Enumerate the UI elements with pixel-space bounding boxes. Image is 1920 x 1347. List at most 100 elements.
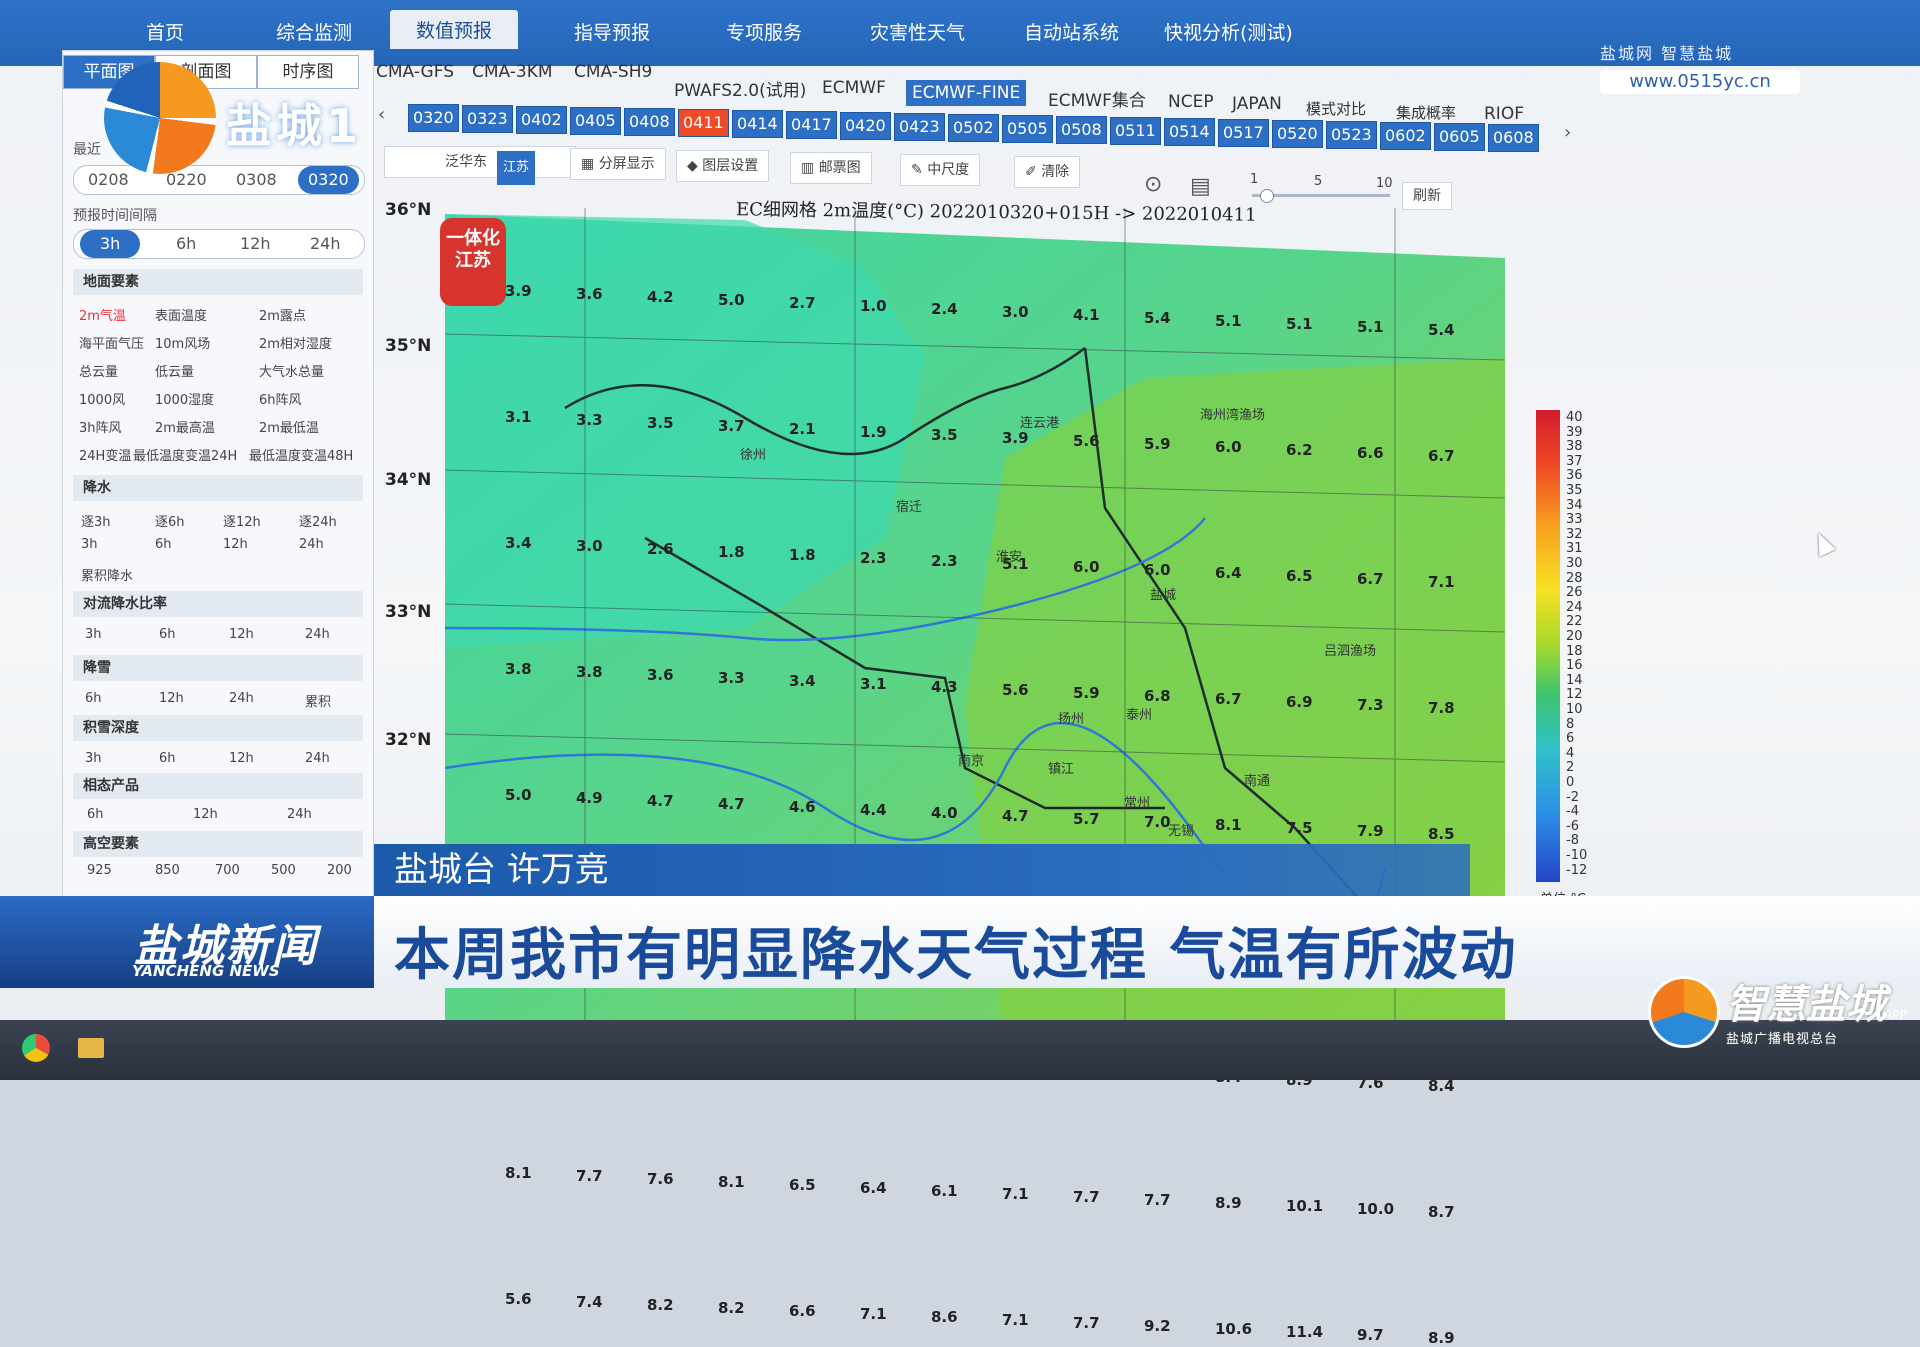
recent-date[interactable]: 0308	[236, 166, 277, 194]
refresh-button[interactable]: 刷新	[1402, 182, 1452, 210]
elem-item[interactable]: 24h	[305, 627, 330, 642]
split-view-button[interactable]: ▦ 分屏显示	[570, 148, 666, 180]
date-chip[interactable]: 0605	[1434, 123, 1485, 151]
interval-3h[interactable]: 3h	[80, 230, 141, 258]
model-tab[interactable]: CMA-SH9	[574, 62, 652, 82]
elem-item[interactable]: 24h	[287, 807, 312, 822]
speed-slider[interactable]	[1252, 189, 1390, 203]
elem-item[interactable]: 12h	[223, 537, 248, 552]
model-tab[interactable]: ECMWF	[822, 78, 886, 98]
elem-item[interactable]: 逐6h	[155, 511, 185, 530]
elem-item[interactable]: 2m相对湿度	[259, 333, 332, 352]
elem-item[interactable]: 200	[327, 863, 352, 878]
model-tab[interactable]: CMA-GFS	[376, 62, 454, 82]
mesoscale-button[interactable]: ✎ 中尺度	[900, 154, 981, 186]
model-tab[interactable]: PWAFS2.0(试用)	[674, 76, 806, 101]
elem-item[interactable]: 925	[87, 863, 112, 878]
date-chip[interactable]: 0511	[1110, 117, 1161, 145]
elem-item[interactable]: 6h	[159, 751, 176, 766]
elem-item[interactable]: 850	[155, 863, 180, 878]
nav-quickview[interactable]: 快视分析(测试)	[1164, 18, 1293, 45]
elem-item[interactable]: 2m最高温	[155, 417, 215, 436]
elem-item[interactable]: 24h	[229, 691, 254, 706]
recent-date-selected[interactable]: 0320	[298, 166, 359, 194]
elem-item[interactable]: 最低温度变温24H	[133, 445, 237, 464]
folder-icon[interactable]	[78, 1038, 104, 1058]
elem-item[interactable]: 24h	[305, 751, 330, 766]
elem-item[interactable]: 3h阵风	[79, 417, 122, 436]
region-huadong[interactable]: 泛华东	[445, 147, 487, 177]
speed-slider-handle[interactable]	[1260, 189, 1274, 203]
date-chip[interactable]: 0508	[1056, 116, 1107, 144]
date-chip[interactable]: 0602	[1380, 122, 1431, 150]
interval-6h[interactable]: 6h	[176, 230, 196, 258]
elem-item[interactable]: 6h	[85, 691, 102, 706]
elem-item[interactable]: 逐24h	[299, 511, 337, 530]
elem-item[interactable]: 10m风场	[155, 333, 210, 352]
elem-item[interactable]: 12h	[159, 691, 184, 706]
tab-timeseries[interactable]: 时序图	[257, 55, 359, 89]
nav-monitor[interactable]: 综合监测	[276, 18, 352, 45]
nav-nwp[interactable]: 数值预报	[390, 10, 519, 49]
layer-settings-button[interactable]: ◆ 图层设置	[676, 150, 770, 182]
elem-item[interactable]: 累积降水	[81, 565, 133, 584]
elem-item[interactable]: 500	[271, 863, 296, 878]
model-tab-active[interactable]: ECMWF-FINE	[906, 80, 1027, 106]
date-chip[interactable]: 0517	[1218, 119, 1269, 147]
date-chip[interactable]: 0514	[1164, 118, 1215, 146]
nav-autostation[interactable]: 自动站系统	[1024, 18, 1119, 45]
save-icon[interactable]: ▤	[1190, 174, 1211, 199]
date-chip[interactable]: 0423	[894, 113, 945, 141]
stamp-map-button[interactable]: ▥ 邮票图	[790, 152, 872, 184]
elem-item[interactable]: 6h阵风	[259, 389, 302, 408]
elem-item[interactable]: 6h	[159, 627, 176, 642]
elem-item[interactable]: 3h	[85, 751, 102, 766]
nav-disaster[interactable]: 灾害性天气	[870, 18, 965, 45]
nav-special[interactable]: 专项服务	[726, 18, 802, 45]
elem-item[interactable]: 1000湿度	[155, 389, 214, 408]
elem-item[interactable]: 700	[215, 863, 240, 878]
clear-button[interactable]: ✐ 清除	[1014, 156, 1081, 188]
brand-url[interactable]: www.0515yc.cn	[1600, 70, 1800, 94]
date-chip[interactable]: 0523	[1326, 121, 1377, 149]
date-chip[interactable]: 0402	[516, 106, 567, 134]
elem-item[interactable]: 海平面气压	[79, 333, 144, 352]
date-chip[interactable]: 0502	[948, 114, 999, 142]
recent-date[interactable]: 0208	[88, 166, 129, 194]
region-jiangsu[interactable]: 江苏	[497, 151, 536, 185]
model-tab[interactable]: CMA-3KM	[472, 62, 553, 82]
elem-item[interactable]: 6h	[87, 807, 104, 822]
date-chip[interactable]: 0408	[624, 108, 675, 136]
date-chip[interactable]: 0520	[1272, 120, 1323, 148]
elem-item[interactable]: 12h	[229, 627, 254, 642]
elem-item[interactable]: 最低温度变温48H	[249, 445, 353, 464]
elem-2m-temp[interactable]: 2m气温	[79, 305, 126, 324]
chrome-icon[interactable]	[22, 1034, 50, 1062]
date-chip[interactable]: 0320	[408, 104, 459, 132]
interval-24h[interactable]: 24h	[310, 230, 341, 258]
elem-item[interactable]: 2m最低温	[259, 417, 319, 436]
date-chip[interactable]: 0414	[732, 110, 783, 138]
date-chip[interactable]: 0405	[570, 107, 621, 135]
elem-item[interactable]: 2m露点	[259, 305, 306, 324]
nav-guidance[interactable]: 指导预报	[574, 18, 650, 45]
date-chip[interactable]: 0505	[1002, 115, 1053, 143]
elem-item[interactable]: 累积	[305, 691, 331, 710]
interval-12h[interactable]: 12h	[240, 230, 271, 258]
elem-item[interactable]: 6h	[155, 537, 172, 552]
elem-item[interactable]: 总云量	[79, 361, 118, 380]
play-icon[interactable]: ⊙	[1144, 172, 1162, 197]
elem-item[interactable]: 表面温度	[155, 305, 207, 324]
elem-item[interactable]: 24h	[299, 537, 324, 552]
elem-item[interactable]: 逐12h	[223, 511, 261, 530]
elem-item[interactable]: 1000风	[79, 389, 125, 408]
nav-home[interactable]: 首页	[146, 18, 184, 45]
elem-item[interactable]: 低云量	[155, 361, 194, 380]
prev-arrow-icon[interactable]: ‹	[378, 104, 385, 125]
next-arrow-icon[interactable]: ›	[1564, 122, 1571, 143]
elem-item[interactable]: 大气水总量	[259, 361, 324, 380]
date-chip[interactable]: 0608	[1488, 124, 1539, 152]
date-chip[interactable]: 0420	[840, 112, 891, 140]
date-chip-active[interactable]: 0411	[678, 109, 729, 137]
elem-item[interactable]: 3h	[85, 627, 102, 642]
